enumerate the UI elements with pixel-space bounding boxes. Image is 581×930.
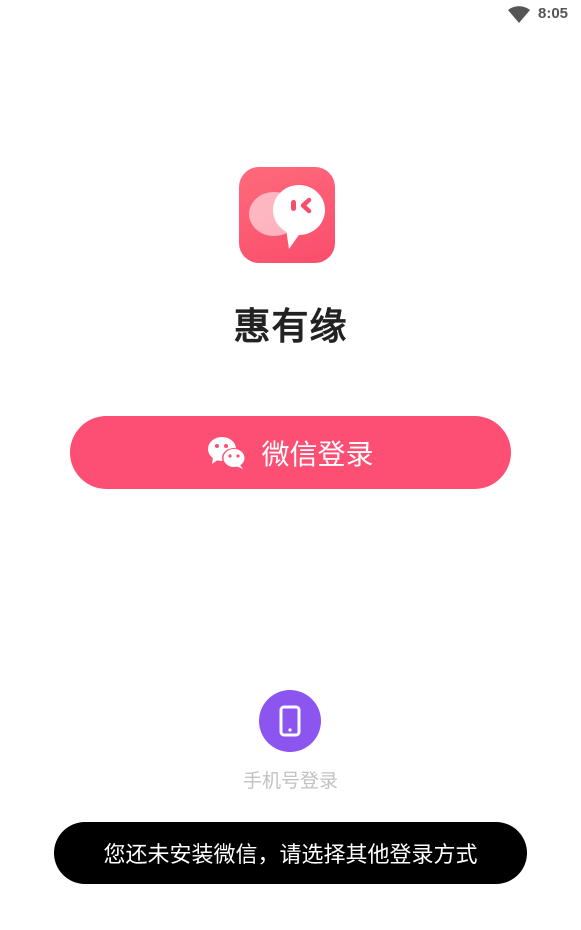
chat-bubbles-logo-icon [249, 185, 325, 249]
wechat-login-label: 微信登录 [261, 437, 374, 471]
phone-login-button[interactable] [259, 690, 321, 752]
toast-message: 您还未安装微信，请选择其他登录方式 [54, 822, 527, 884]
phone-login-label[interactable]: 手机号登录 [0, 766, 581, 793]
app-name: 惠有缘 [233, 305, 348, 348]
status-time: 8:05 [538, 5, 569, 22]
wechat-login-button[interactable]: 微信登录 [70, 416, 511, 489]
wechat-icon [208, 436, 247, 469]
status-bar: 8:05 [0, 0, 581, 30]
login-screen: 8:05 惠有缘 微信登录 手机号登录 您还未安装微信，请选择其他登录方式 [0, 0, 581, 930]
toast-text: 您还未安装微信，请选择其他登录方式 [103, 843, 478, 868]
wifi-icon [508, 6, 530, 23]
app-logo [239, 167, 335, 263]
smartphone-icon [279, 705, 301, 737]
